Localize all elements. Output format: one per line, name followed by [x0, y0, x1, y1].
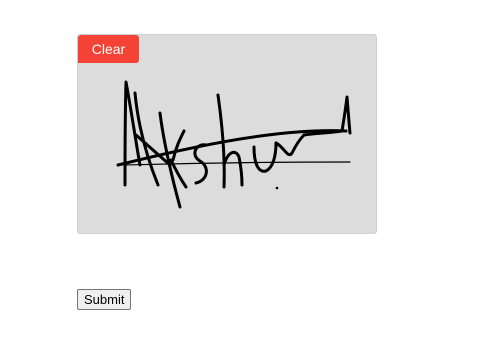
signature-canvas[interactable] — [78, 35, 378, 235]
submit-button[interactable]: Submit — [77, 289, 132, 310]
clear-button[interactable]: Clear — [78, 35, 139, 63]
signature-strokes — [116, 80, 352, 209]
signature-pad[interactable]: Clear — [77, 34, 377, 234]
